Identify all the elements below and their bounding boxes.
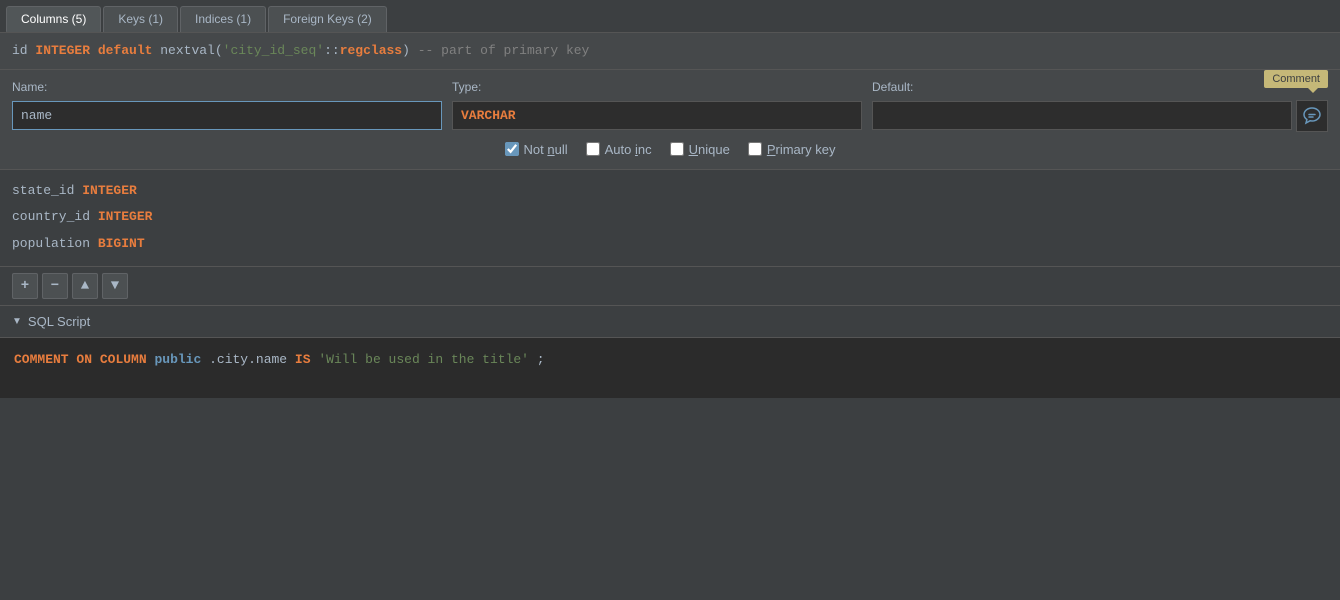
- tabs-bar: Columns (5) Keys (1) Indices (1) Foreign…: [0, 0, 1340, 33]
- sql-is-kw: IS: [295, 352, 311, 367]
- sql-section: ▼ SQL Script COMMENT ON COLUMN public .c…: [0, 306, 1340, 398]
- comment-button-wrapper: Comment: [1296, 100, 1328, 132]
- comment-icon: [1302, 106, 1322, 126]
- list-item[interactable]: population BIGINT: [12, 231, 1328, 258]
- add-column-button[interactable]: +: [12, 273, 38, 299]
- unique-checkbox[interactable]: [670, 142, 684, 156]
- row-editor: Name: Type: Default: Comment Not null: [0, 70, 1340, 170]
- checkboxes-row: Not null Auto inc Unique Primary key: [12, 132, 1328, 157]
- tab-columns[interactable]: Columns (5): [6, 6, 101, 32]
- header-cast-type: regclass: [340, 43, 402, 58]
- sql-section-title: SQL Script: [28, 314, 90, 329]
- sql-comment-kw: COMMENT: [14, 352, 69, 367]
- move-up-button[interactable]: ▲: [72, 273, 98, 299]
- sql-path: .city.name: [209, 352, 295, 367]
- list-item[interactable]: country_id INTEGER: [12, 204, 1328, 231]
- default-input[interactable]: [872, 101, 1292, 130]
- auto-inc-checkbox-item: Auto inc: [586, 142, 652, 157]
- name-input[interactable]: [12, 101, 442, 130]
- sql-section-chevron: ▼: [12, 316, 22, 327]
- not-null-checkbox[interactable]: [505, 142, 519, 156]
- sql-on-kw: ON: [76, 352, 92, 367]
- columns-toolbar: + − ▲ ▼: [0, 267, 1340, 306]
- primary-key-checkbox[interactable]: [748, 142, 762, 156]
- default-label: Default:: [872, 80, 1328, 94]
- primary-key-label[interactable]: Primary key: [767, 142, 836, 157]
- not-null-checkbox-item: Not null: [505, 142, 568, 157]
- sql-section-header[interactable]: ▼ SQL Script: [0, 306, 1340, 338]
- move-down-button[interactable]: ▼: [102, 273, 128, 299]
- list-item[interactable]: state_id INTEGER: [12, 178, 1328, 205]
- tab-keys[interactable]: Keys (1): [103, 6, 178, 32]
- type-input[interactable]: [452, 101, 862, 130]
- name-label: Name:: [12, 80, 452, 94]
- tab-indices[interactable]: Indices (1): [180, 6, 266, 32]
- sql-content: COMMENT ON COLUMN public .city.name IS '…: [0, 338, 1340, 398]
- header-string: 'city_id_seq': [223, 43, 324, 58]
- sql-header-line: id INTEGER default nextval('city_id_seq'…: [0, 33, 1340, 70]
- not-null-label[interactable]: Not null: [524, 142, 568, 157]
- header-close: ): [402, 43, 418, 58]
- field-labels: Name: Type: Default:: [12, 80, 1328, 94]
- sql-semicolon: ;: [537, 352, 545, 367]
- auto-inc-checkbox[interactable]: [586, 142, 600, 156]
- remove-column-button[interactable]: −: [42, 273, 68, 299]
- sql-column-kw: COLUMN: [100, 352, 147, 367]
- header-cast-sep: ::: [324, 43, 340, 58]
- field-inputs: Comment: [12, 100, 1328, 132]
- auto-inc-label[interactable]: Auto inc: [605, 142, 652, 157]
- type-label: Type:: [452, 80, 872, 94]
- header-default-kw: default: [98, 43, 160, 58]
- comment-button[interactable]: [1296, 100, 1328, 132]
- tab-foreign-keys[interactable]: Foreign Keys (2): [268, 6, 387, 32]
- comment-tooltip: Comment: [1264, 70, 1328, 88]
- sql-string-value: 'Will be used in the title': [318, 352, 529, 367]
- unique-checkbox-item: Unique: [670, 142, 730, 157]
- columns-list: state_id INTEGER country_id INTEGER popu…: [0, 170, 1340, 267]
- header-nextval: nextval(: [160, 43, 222, 58]
- header-comment: -- part of primary key: [418, 43, 590, 58]
- header-type: INTEGER: [35, 43, 97, 58]
- unique-label[interactable]: Unique: [689, 142, 730, 157]
- sql-schema: public: [154, 352, 201, 367]
- primary-key-checkbox-item: Primary key: [748, 142, 836, 157]
- header-id: id: [12, 43, 35, 58]
